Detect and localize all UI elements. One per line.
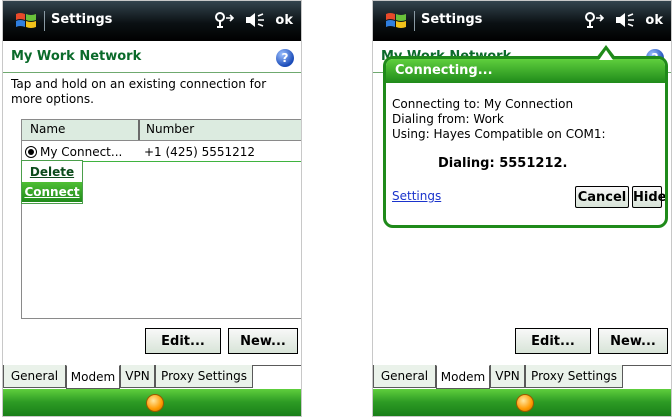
title-separator (44, 11, 45, 31)
tab-modem[interactable]: Modem (436, 365, 490, 389)
instructions-text: Tap and hold on an existing connection f… (11, 77, 267, 106)
speaker-icon[interactable] (244, 11, 266, 29)
connectivity-icon[interactable] (213, 11, 235, 29)
ok-button[interactable]: ok (275, 13, 293, 28)
settings-link[interactable]: Settings (392, 189, 441, 203)
edit-button[interactable]: Edit... (515, 328, 591, 354)
new-button[interactable]: New... (598, 328, 668, 354)
menu-item-delete[interactable]: Delete (22, 162, 82, 182)
tab-proxy-settings[interactable]: Proxy Settings (525, 365, 623, 388)
hide-button[interactable]: Hide (632, 186, 665, 208)
speaker-icon[interactable] (614, 11, 636, 29)
new-button[interactable]: New... (228, 328, 298, 354)
tray: ok (213, 11, 293, 29)
windows-start-icon[interactable] (385, 10, 407, 32)
soft-key-bar (3, 389, 301, 416)
edit-button[interactable]: Edit... (145, 328, 221, 354)
tab-bar: General Modem VPN Proxy Settings (373, 365, 671, 389)
dialog-pointer-fill (599, 50, 613, 60)
title-bar: Settings ok (373, 1, 671, 41)
selected-radio-icon[interactable] (25, 146, 37, 158)
title-bar: Settings ok (3, 1, 301, 41)
title-separator (414, 11, 415, 31)
dialog-line-using: Using: Hayes Compatible on COM1: (392, 127, 606, 141)
dialing-status: Dialing: 5551212. (438, 156, 568, 171)
page-title: My Work Network (11, 49, 142, 64)
tab-modem[interactable]: Modem (66, 365, 120, 389)
column-header-name[interactable]: Name (30, 122, 65, 136)
connectivity-icon[interactable] (583, 11, 605, 29)
tab-vpn[interactable]: VPN (490, 365, 525, 388)
tray: ok (583, 11, 663, 29)
list-header: Name Number (22, 120, 301, 141)
help-icon[interactable]: ? (276, 49, 294, 67)
tab-vpn[interactable]: VPN (120, 365, 155, 388)
page-header: My Work Network ? (3, 41, 301, 73)
column-header-number[interactable]: Number (146, 122, 194, 136)
dialog-line-dialing-from: Dialing from: Work (392, 112, 504, 126)
column-divider[interactable] (138, 120, 140, 140)
right-screen: Settings ok My Work Network ? Connecting… (372, 0, 672, 417)
ok-button[interactable]: ok (645, 13, 663, 28)
app-title: Settings (421, 12, 483, 27)
tab-general[interactable]: General (373, 365, 436, 388)
dialog-title: Connecting... (386, 59, 665, 83)
tab-proxy-settings[interactable]: Proxy Settings (155, 365, 253, 388)
dialog-line-connecting-to: Connecting to: My Connection (392, 97, 574, 111)
home-orb-icon[interactable] (516, 394, 534, 412)
context-menu: Delete Connect (21, 160, 83, 204)
tab-general[interactable]: General (3, 365, 66, 388)
app-title: Settings (51, 12, 113, 27)
connection-name: My Connect... (40, 145, 123, 159)
connecting-dialog: Connecting... Connecting to: My Connecti… (383, 56, 668, 228)
connection-list[interactable]: Name Number My Connect... +1 (425) 55512… (21, 119, 301, 319)
connection-number: +1 (425) 5551212 (144, 145, 256, 159)
menu-item-connect[interactable]: Connect (22, 182, 82, 202)
soft-key-bar (373, 389, 671, 416)
left-screen: Settings ok My Work Network ? Tap and ho… (2, 0, 302, 417)
home-orb-icon[interactable] (146, 394, 164, 412)
tab-bar: General Modem VPN Proxy Settings (3, 365, 301, 389)
cancel-button[interactable]: Cancel (575, 186, 629, 208)
windows-start-icon[interactable] (15, 10, 37, 32)
